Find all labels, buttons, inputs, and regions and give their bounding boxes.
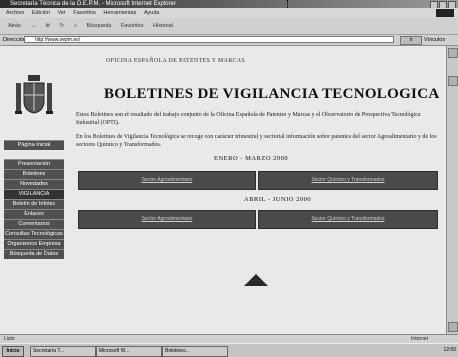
menu-favoritos[interactable]: Favoritos: [73, 10, 96, 16]
taskbar-item[interactable]: Boletines...: [162, 346, 228, 357]
back-button[interactable]: Atrás: [8, 23, 21, 29]
link-quimico-q1[interactable]: Sector Químico y Transformados: [258, 171, 438, 190]
window-titlebar: Secretaría Técnica de la O.E.P.M. - Micr…: [0, 0, 458, 9]
status-text: Listo: [4, 336, 15, 342]
menu-bar: Archivo Edición Ver Favoritos Herramient…: [0, 8, 458, 18]
scroll-thumb[interactable]: [448, 76, 458, 86]
go-button[interactable]: Ir: [400, 36, 422, 45]
menu-edicion[interactable]: Edición: [32, 10, 50, 16]
menu-archivo[interactable]: Archivo: [6, 10, 24, 16]
taskbar-item[interactable]: Microsoft W...: [96, 346, 162, 357]
nav-boletin-infotec[interactable]: Boletín de Infotec: [4, 199, 64, 209]
sidebar: Página Inicial Presentación Boletines No…: [0, 46, 68, 334]
nav-comentarios[interactable]: Comentarios: [4, 219, 64, 229]
intro-paragraph: Estos Boletines son el resultado del tra…: [76, 112, 421, 126]
link-agroalimentario-q2[interactable]: Sector Agroalimentario: [78, 210, 256, 229]
menu-herramientas[interactable]: Herramientas: [103, 10, 136, 16]
address-bar: Dirección http://www.oepm.es/ Ir Vínculo…: [0, 35, 458, 46]
start-button[interactable]: Inicio: [2, 346, 24, 357]
main-content: OFICINA ESPAÑOLA DE PATENTES Y MARCAS BO…: [68, 46, 446, 334]
search-button[interactable]: Búsqueda: [87, 23, 112, 29]
description-paragraph: En los Boletines de Vigilancia Tecnológi…: [76, 134, 437, 148]
nav-boletines[interactable]: Boletines: [4, 169, 64, 179]
home-button[interactable]: ⌂: [74, 23, 77, 29]
taskbar-item[interactable]: Secretaría T...: [30, 346, 96, 357]
taskbar: Inicio Secretaría T... Microsoft W... Bo…: [0, 343, 458, 357]
scroll-up-icon[interactable]: [448, 48, 458, 58]
coat-of-arms-icon: [15, 75, 53, 114]
nav-novedades[interactable]: Novedades: [4, 179, 64, 189]
menu-ver[interactable]: Ver: [57, 10, 65, 16]
address-label: Dirección: [3, 37, 26, 43]
link-agroalimentario-q1[interactable]: Sector Agroalimentario: [78, 171, 256, 190]
menu-ayuda[interactable]: Ayuda: [144, 10, 160, 16]
nav-enlaces[interactable]: Enlaces: [4, 209, 64, 219]
org-header: OFICINA ESPAÑOLA DE PATENTES Y MARCAS: [106, 58, 246, 64]
page-title: BOLETINES DE VIGILANCIA TECNOLOGICA: [104, 86, 440, 102]
back-to-top-arrow-icon[interactable]: [244, 274, 268, 286]
links-button[interactable]: Vínculos: [424, 35, 445, 45]
stop-button[interactable]: ⊗: [45, 23, 50, 29]
browser-toolbar: Atrás → ⊗ ↻ ⌂ Búsqueda Favoritos Histori…: [0, 18, 458, 35]
taskbar-clock: 12:00: [443, 347, 456, 353]
nav-vigilancia[interactable]: VIGILANCIA: [4, 189, 64, 199]
nav-organismos-empresa[interactable]: Organismos Empresa: [4, 239, 64, 249]
address-input[interactable]: http://www.oepm.es/: [24, 36, 394, 43]
refresh-button[interactable]: ↻: [60, 23, 65, 29]
nav-pagina-inicial[interactable]: Página Inicial: [4, 140, 64, 150]
window-title: Secretaría Técnica de la O.E.P.M. - Micr…: [10, 1, 176, 7]
windows-logo-icon: [436, 9, 454, 17]
forward-button[interactable]: →: [30, 23, 36, 29]
favorites-button[interactable]: Favoritos: [121, 23, 144, 29]
nav-consultas-tecnologicas[interactable]: Consultas Tecnológicas: [4, 229, 64, 239]
page-content: Página Inicial Presentación Boletines No…: [0, 46, 446, 334]
link-quimico-q2[interactable]: Sector Químico y Transformados: [258, 210, 438, 229]
period-label: ENERO - MARZO 2000: [214, 155, 289, 162]
cursor-marker: [287, 0, 290, 8]
period-label: ABRIL - JUNIO 2000: [244, 196, 312, 203]
history-button[interactable]: Historial: [153, 23, 173, 29]
nav-presentacion[interactable]: Presentación: [4, 159, 64, 169]
nav-busqueda-datos[interactable]: Búsqueda de Datos: [4, 249, 64, 259]
vertical-scrollbar[interactable]: [446, 46, 458, 334]
scroll-down-icon[interactable]: [448, 322, 458, 332]
